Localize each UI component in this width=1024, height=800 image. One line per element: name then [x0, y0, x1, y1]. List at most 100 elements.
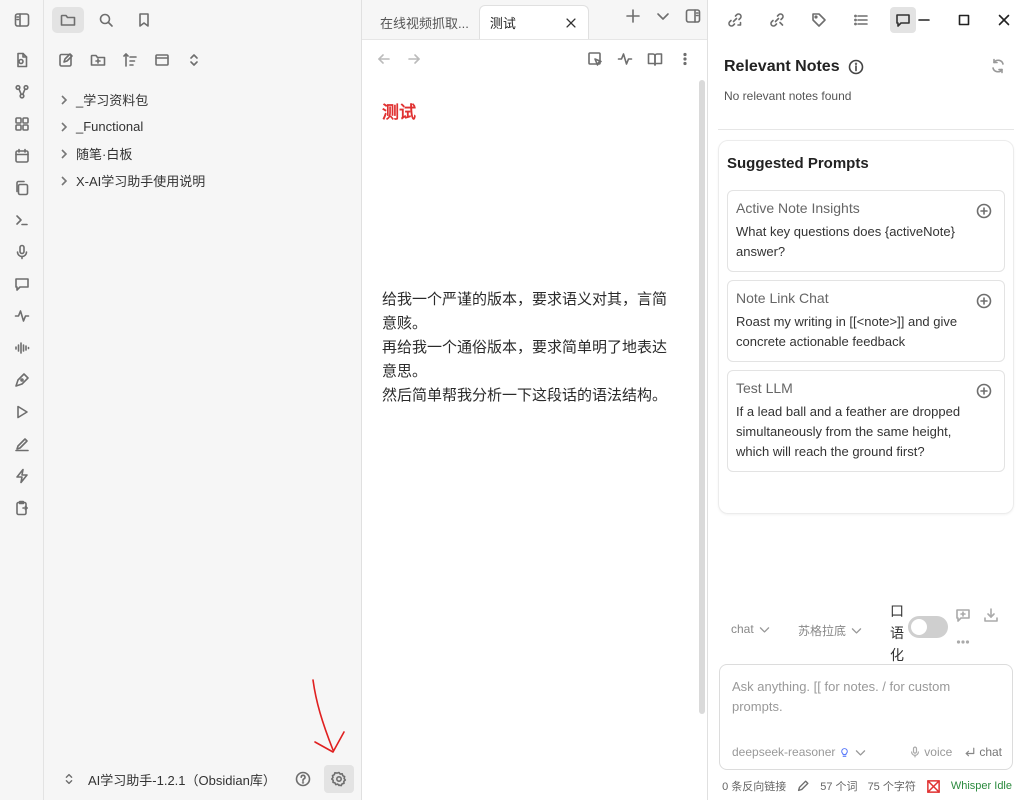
voice-button[interactable]: voice: [909, 745, 952, 759]
note-content[interactable]: 测试 给我一个严谨的版本，要求语义对其，言简意赅。 再给我一个通俗版本，要求简单…: [362, 78, 707, 408]
model-selector[interactable]: deepseek-reasoner: [732, 745, 867, 759]
sidebar-toggle-icon[interactable]: [6, 4, 38, 36]
minimize-icon[interactable]: [904, 0, 944, 40]
prompt-title: Active Note Insights: [736, 200, 860, 216]
new-note-icon[interactable]: [54, 48, 78, 72]
prompt-title: Note Link Chat: [736, 290, 829, 306]
sync-error-icon[interactable]: [926, 779, 941, 794]
bookmarks-tab-icon[interactable]: [128, 7, 160, 33]
word-count: 57 个词: [820, 781, 858, 793]
mode-dropdown[interactable]: chat: [731, 622, 771, 636]
prompt-card[interactable]: Test LLM If a lead ball and a feather ar…: [727, 370, 1005, 472]
add-prompt-plus-icon[interactable]: [976, 293, 992, 309]
relevant-notes-empty: No relevant notes found: [724, 89, 852, 103]
search-tab-icon[interactable]: [90, 7, 122, 33]
prompt-body: Roast my writing in [[<note>]] and give …: [736, 314, 958, 349]
expand-collapse-icon[interactable]: [182, 48, 206, 72]
prompt-body: What key questions does {activeNote} ans…: [736, 224, 955, 259]
colloquial-toggle[interactable]: [908, 616, 948, 638]
persona-dropdown[interactable]: 苏格拉底: [798, 622, 863, 639]
microphone-icon[interactable]: [6, 236, 38, 268]
editor-scrollbar[interactable]: [699, 80, 705, 714]
note-line: 然后简单帮我分析一下这段话的语法结构。: [382, 387, 668, 404]
new-chat-plus-icon[interactable]: [955, 607, 971, 623]
more-horizontal-icon[interactable]: [955, 634, 971, 650]
relevant-notes-title: Relevant Notes: [724, 58, 840, 75]
close-window-icon[interactable]: [984, 0, 1024, 40]
reading-view-book-icon[interactable]: [647, 51, 663, 67]
tree-folder-label: _学习资料包: [76, 93, 149, 108]
lightning-icon[interactable]: [6, 460, 38, 492]
chevron-down-icon: [851, 628, 862, 634]
play-icon[interactable]: [6, 396, 38, 428]
tree-folder[interactable]: _Functional: [58, 113, 361, 140]
editor-tab-bar: 在线视频抓取... 测试: [362, 0, 707, 40]
toggle-right-sidebar-icon[interactable]: [685, 8, 701, 24]
relevant-notes-section: Relevant Notes No relevant notes found: [718, 40, 1014, 130]
files-tab-icon[interactable]: [52, 7, 84, 33]
tree-folder[interactable]: X-AI学习助手使用说明: [58, 167, 361, 194]
backlinks-icon[interactable]: [722, 7, 748, 33]
tab-list-chevron-icon[interactable]: [655, 8, 671, 24]
more-options-icon[interactable]: [677, 51, 693, 67]
prompt-title: Test LLM: [736, 380, 793, 396]
copy-icon[interactable]: [6, 172, 38, 204]
maximize-icon[interactable]: [944, 0, 984, 40]
open-quick-switcher-icon[interactable]: [6, 44, 38, 76]
edit-pencil-icon[interactable]: [796, 779, 810, 793]
add-prompt-plus-icon[interactable]: [976, 203, 992, 219]
chat-label: chat: [979, 745, 1002, 759]
tree-folder[interactable]: 随笔·白板: [58, 140, 361, 167]
prompt-card[interactable]: Note Link Chat Roast my writing in [[<no…: [727, 280, 1005, 362]
audio-waveform-icon[interactable]: [6, 332, 38, 364]
chat-controls: chat 苏格拉底 口语化: [722, 600, 1012, 663]
vault-switcher[interactable]: AI学习助手-1.2.1（Obsidian库）: [44, 758, 362, 800]
sort-order-icon[interactable]: [118, 48, 142, 72]
sidebar-tab-bar: [44, 0, 361, 40]
send-chat-button[interactable]: chat: [964, 745, 1002, 759]
new-folder-icon[interactable]: [86, 48, 110, 72]
auto-reveal-icon[interactable]: [150, 48, 174, 72]
close-tab-icon[interactable]: [564, 16, 578, 30]
chat-input-box[interactable]: Ask anything. [[ for notes. / for custom…: [719, 664, 1013, 770]
activity-icon[interactable]: [6, 300, 38, 332]
tags-icon[interactable]: [806, 7, 832, 33]
highlighter-icon[interactable]: [6, 428, 38, 460]
calendar-icon[interactable]: [6, 140, 38, 172]
prompt-body: If a lead ball and a feather are dropped…: [736, 404, 961, 459]
chevron-right-icon: [61, 121, 68, 132]
info-icon[interactable]: [848, 59, 864, 75]
back-arrow-icon[interactable]: [376, 51, 392, 67]
model-name: deepseek-reasoner: [732, 745, 836, 759]
whisper-status[interactable]: Whisper Idle: [951, 780, 1012, 792]
canvas-icon[interactable]: [6, 108, 38, 140]
vault-switch-icon: [65, 773, 73, 785]
file-tree: _学习资料包 _Functional 随笔·白板 X-AI学习助手使用说明: [44, 80, 361, 194]
colloquial-label: 口语化: [890, 603, 904, 663]
refresh-icon[interactable]: [990, 58, 1006, 74]
tab-video-capture[interactable]: 在线视频抓取...: [370, 5, 479, 39]
tab-label: 测试: [489, 16, 516, 31]
clipboard-export-icon[interactable]: [6, 492, 38, 524]
backlinks-count[interactable]: 0 条反向链接: [722, 778, 786, 794]
chevron-down-icon: [759, 626, 769, 633]
prompt-card[interactable]: Active Note Insights What key questions …: [727, 190, 1005, 272]
select-area-icon[interactable]: [587, 51, 603, 67]
copilot-panel: Relevant Notes No relevant notes found S…: [708, 0, 1024, 800]
help-icon[interactable]: [288, 765, 318, 793]
tab-test[interactable]: 测试: [478, 5, 589, 39]
download-icon[interactable]: [983, 607, 999, 623]
terminal-icon[interactable]: [6, 204, 38, 236]
settings-gear-icon[interactable]: [324, 765, 354, 793]
outline-list-icon[interactable]: [848, 7, 874, 33]
annotation-arrow: [312, 679, 345, 753]
new-tab-plus-icon[interactable]: [625, 8, 641, 24]
forward-arrow-icon[interactable]: [406, 51, 422, 67]
pen-tool-icon[interactable]: [6, 364, 38, 396]
graph-view-icon[interactable]: [6, 76, 38, 108]
chat-bubble-icon[interactable]: [6, 268, 38, 300]
activity-icon[interactable]: [617, 51, 633, 67]
tree-folder[interactable]: _学习资料包: [58, 86, 361, 113]
add-prompt-plus-icon[interactable]: [976, 383, 992, 399]
outgoing-links-icon[interactable]: [764, 7, 790, 33]
